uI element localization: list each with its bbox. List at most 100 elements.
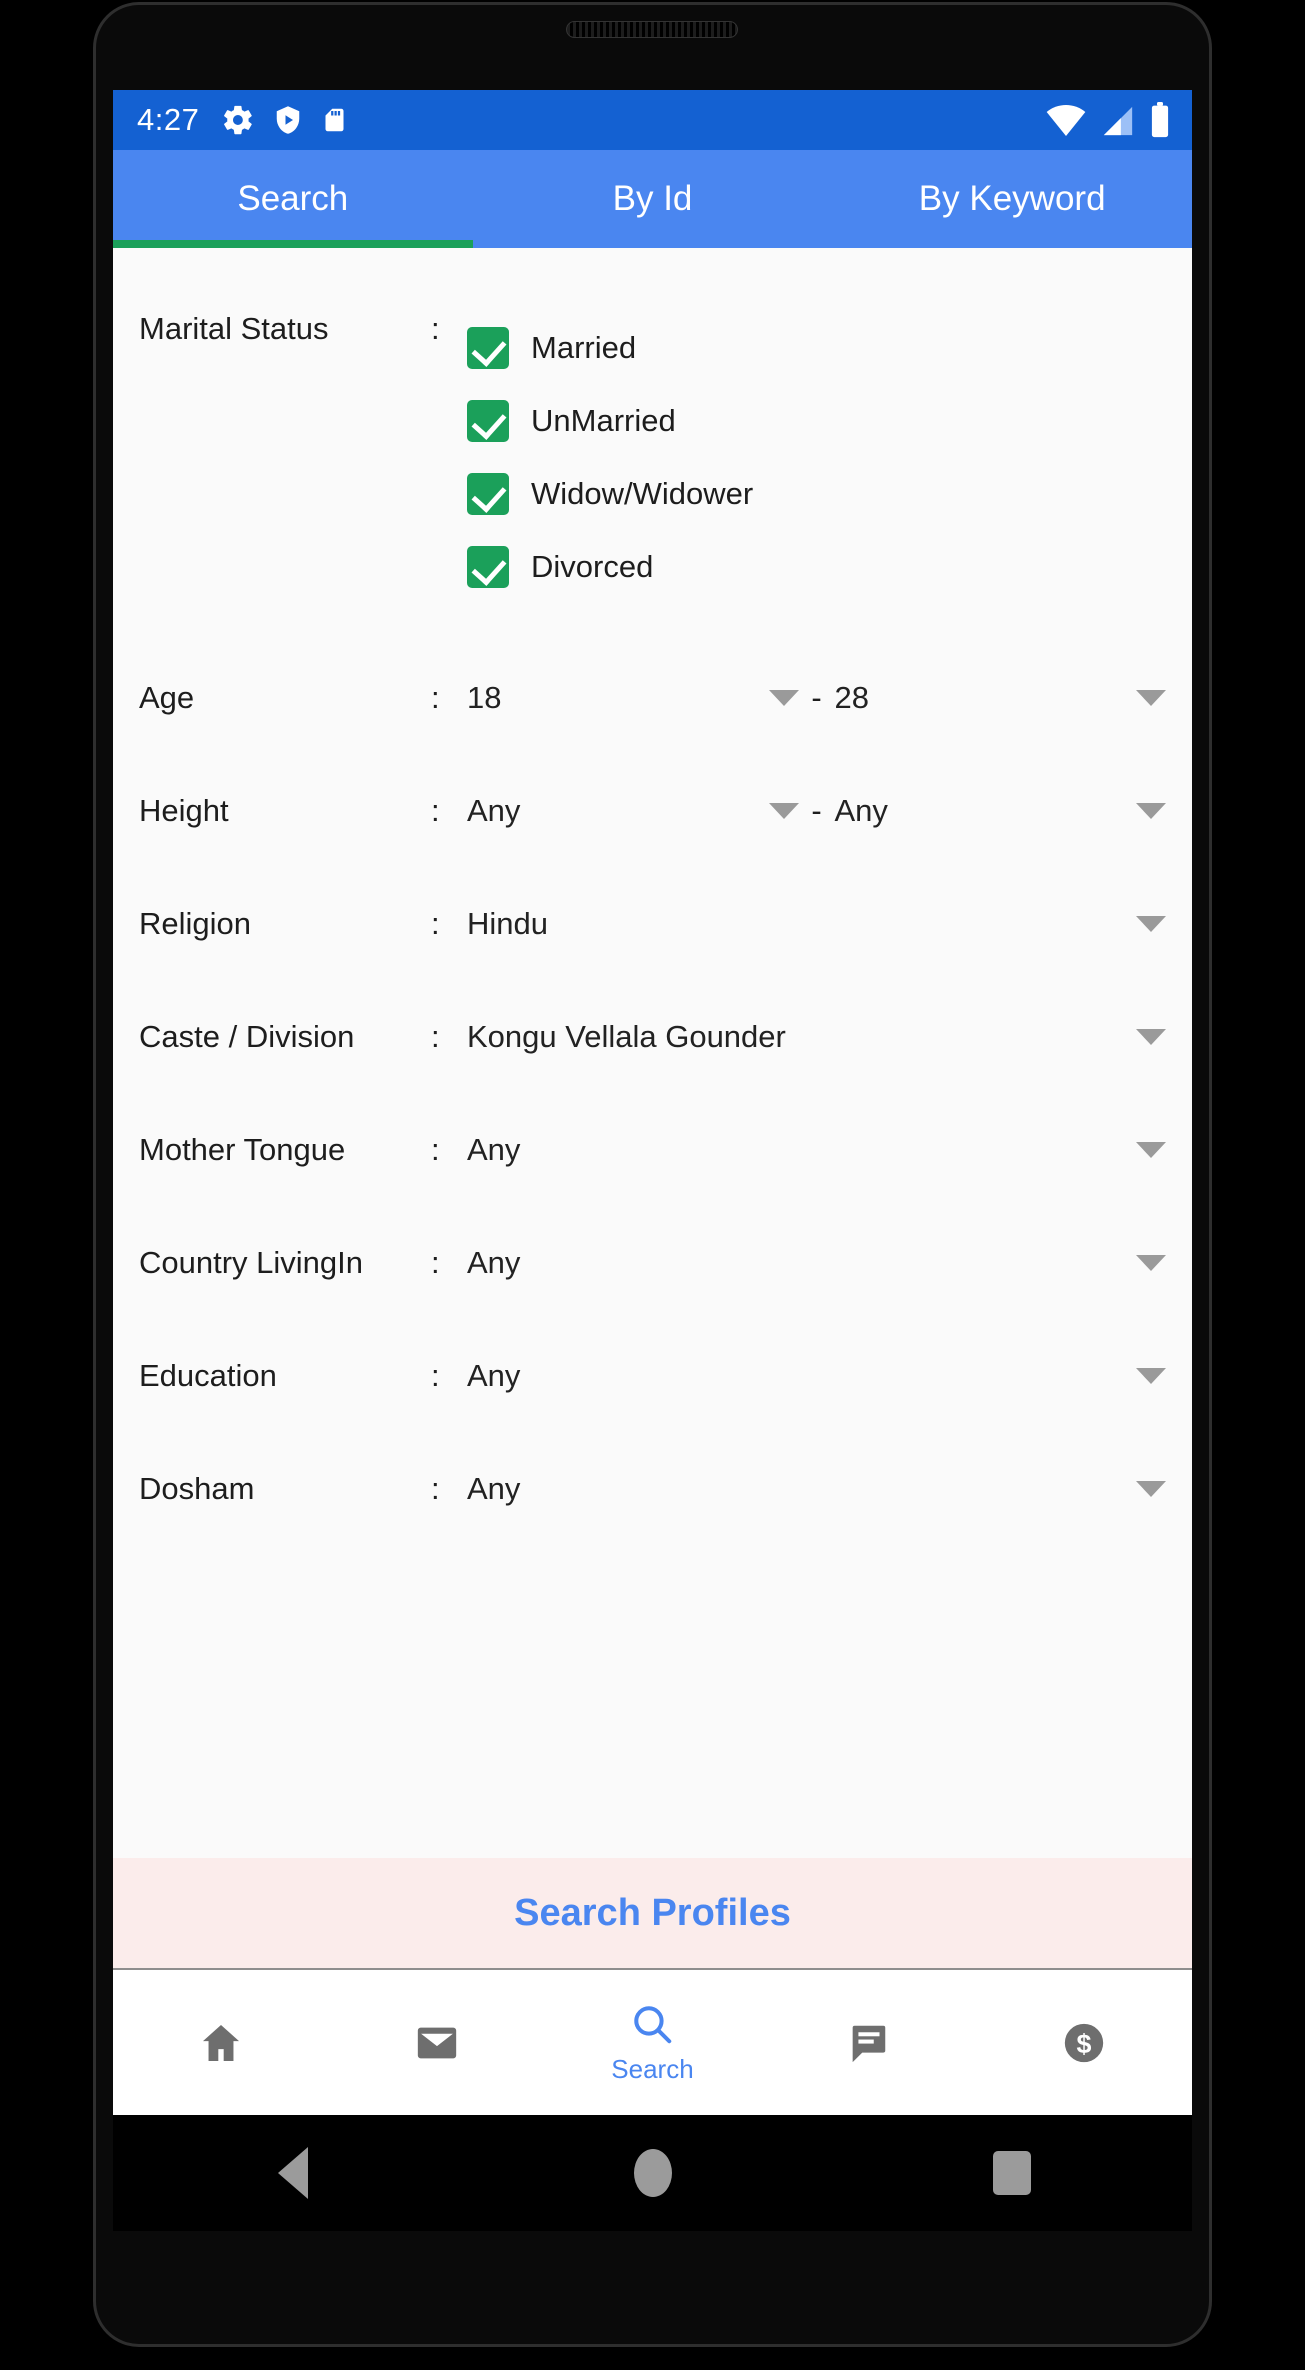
email-icon [417, 2027, 456, 2058]
field-age: Age : 18 - 28 [113, 641, 1192, 754]
speaker-grille [566, 21, 738, 38]
home-icon [633, 2149, 672, 2197]
field-mother-tongue: Mother Tongue : Any [113, 1093, 1192, 1206]
checkbox-widow-label: Widow/Widower [531, 475, 754, 511]
country-livingin-label: Country LivingIn [139, 1245, 364, 1280]
religion-value: Hindu [467, 905, 548, 941]
checkbox-unmarried-box[interactable] [467, 399, 509, 442]
nav-item-chat[interactable] [760, 1970, 976, 2115]
religion-dropdown[interactable]: Hindu [467, 893, 1166, 955]
search-icon [634, 2005, 672, 2043]
back-icon [277, 2147, 308, 2199]
field-marital-status: Marital Status : Married UnMarried Widow… [113, 248, 1192, 603]
android-recents-button[interactable] [832, 2115, 1192, 2231]
gear-icon [224, 105, 253, 135]
chevron-down-icon [1136, 1141, 1166, 1158]
checkbox-divorced[interactable]: Divorced [467, 530, 1166, 603]
religion-colon: : [431, 906, 440, 941]
height-to-dropdown[interactable]: Any [835, 780, 1166, 842]
dosham-dropdown[interactable]: Any [467, 1458, 1166, 1520]
search-profiles-label: Search Profiles [514, 1891, 791, 1934]
status-right-icons [1046, 102, 1170, 138]
height-colon: : [431, 793, 440, 828]
nav-item-search-label: Search [611, 2053, 694, 2084]
age-to-dropdown[interactable]: 28 [835, 667, 1166, 729]
wifi-icon [1046, 104, 1086, 136]
caste-dropdown[interactable]: Kongu Vellala Gounder [467, 1006, 1166, 1068]
nav-item-payments[interactable]: $ [976, 1970, 1192, 2115]
mother-tongue-dropdown[interactable]: Any [467, 1119, 1166, 1181]
height-from-dropdown[interactable]: Any [467, 780, 799, 842]
age-colon: : [431, 680, 440, 715]
android-navigation-bar [113, 2115, 1192, 2231]
dosham-value: Any [467, 1470, 521, 1506]
status-left-icons [221, 103, 348, 137]
chevron-down-icon [1136, 915, 1166, 932]
checkbox-widow-box[interactable] [467, 472, 509, 515]
chevron-down-icon [1136, 1480, 1166, 1497]
bottom-navigation: Search $ [113, 1970, 1192, 2115]
recents-icon [993, 2151, 1032, 2195]
tab-by-id[interactable]: By Id [473, 150, 833, 248]
checkbox-divorced-box[interactable] [467, 545, 509, 588]
mother-tongue-value: Any [467, 1131, 521, 1167]
checkbox-married-box[interactable] [467, 326, 509, 369]
chevron-down-icon [768, 802, 799, 819]
nav-item-email[interactable] [329, 1970, 545, 2115]
tab-search[interactable]: Search [113, 150, 473, 248]
status-clock: 4:27 [137, 102, 200, 137]
height-from-value: Any [467, 792, 521, 828]
sd-card-icon [325, 108, 344, 132]
field-height: Height : Any - Any [113, 754, 1192, 867]
age-label: Age [139, 680, 195, 715]
age-from-value: 18 [467, 679, 502, 715]
tab-active-indicator [113, 240, 473, 248]
checkbox-unmarried-label: UnMarried [531, 402, 676, 438]
checkbox-married-label: Married [531, 329, 637, 365]
chevron-down-icon [768, 689, 799, 706]
marital-status-label: Marital Status [139, 311, 329, 346]
device-frame: 4:27 Search By Id By Keyword Marital Sta… [0, 0, 1305, 2370]
caste-label: Caste / Division [139, 1019, 355, 1054]
education-dropdown[interactable]: Any [467, 1345, 1166, 1407]
height-range: Any - Any [467, 780, 1166, 842]
android-back-button[interactable] [113, 2115, 473, 2231]
field-religion: Religion : Hindu [113, 867, 1192, 980]
android-home-button[interactable] [473, 2115, 833, 2231]
chat-icon [852, 2025, 886, 2062]
nav-item-home[interactable] [113, 1970, 329, 2115]
dollar-coin-icon: $ [1064, 2023, 1104, 2062]
checkbox-widow[interactable]: Widow/Widower [467, 457, 1166, 530]
age-from-dropdown[interactable]: 18 [467, 667, 799, 729]
shield-play-icon [277, 106, 300, 134]
checkbox-married[interactable]: Married [467, 311, 1166, 384]
age-dash: - [811, 679, 822, 715]
height-label: Height [139, 793, 229, 828]
battery-icon [1151, 102, 1169, 138]
chevron-down-icon [1136, 1028, 1166, 1045]
country-livingin-colon: : [431, 1245, 440, 1280]
country-livingin-value: Any [467, 1244, 521, 1280]
nav-item-search[interactable]: Search [545, 1970, 761, 2115]
field-dosham: Dosham : Any [113, 1432, 1192, 1545]
chevron-down-icon [1136, 1367, 1166, 1384]
marital-status-colon: : [431, 311, 440, 346]
cell-signal-icon [1103, 106, 1133, 136]
mother-tongue-colon: : [431, 1132, 440, 1167]
education-value: Any [467, 1357, 521, 1393]
marital-status-options: Married UnMarried Widow/Widower Divorced [467, 311, 1166, 603]
checkbox-unmarried[interactable]: UnMarried [467, 384, 1166, 457]
education-colon: : [431, 1358, 440, 1393]
dosham-label: Dosham [139, 1471, 255, 1506]
search-profiles-button[interactable]: Search Profiles [113, 1858, 1192, 1970]
status-bar: 4:27 [113, 90, 1192, 150]
education-label: Education [139, 1358, 277, 1393]
tab-bar: Search By Id By Keyword [113, 150, 1192, 248]
dosham-colon: : [431, 1471, 440, 1506]
field-country-livingin: Country LivingIn : Any [113, 1206, 1192, 1319]
chevron-down-icon [1136, 802, 1166, 819]
tab-by-keyword[interactable]: By Keyword [832, 150, 1192, 248]
country-livingin-dropdown[interactable]: Any [467, 1232, 1166, 1294]
mother-tongue-label: Mother Tongue [139, 1132, 346, 1167]
chevron-down-icon [1136, 1254, 1166, 1271]
